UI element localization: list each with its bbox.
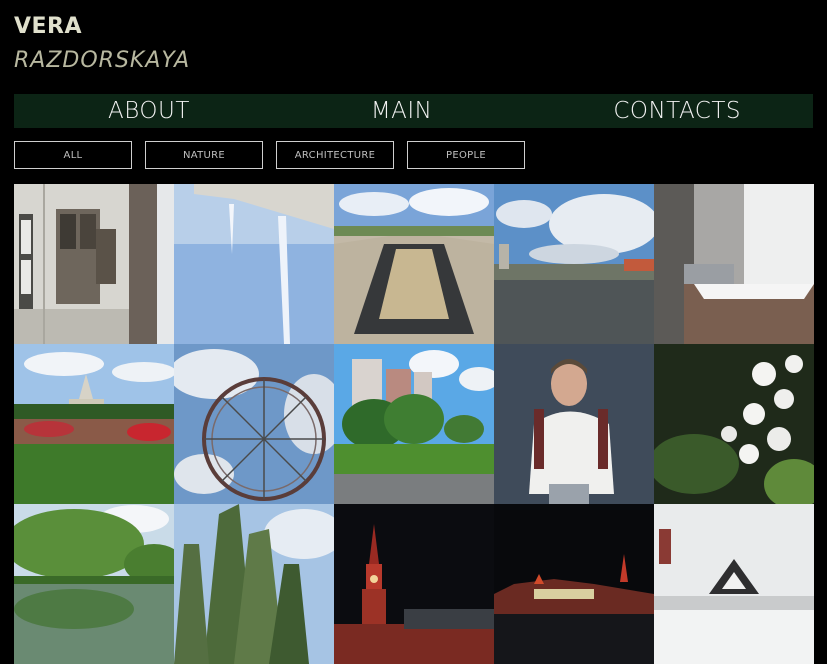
snowy-balcony-photo [654,184,814,344]
gallery-tile[interactable] [494,184,654,344]
gallery-tile[interactable] [654,344,814,504]
nav-main[interactable]: MAIN [371,98,433,124]
gallery-tile[interactable] [334,504,494,664]
gallery-tile[interactable] [494,504,654,664]
stadium-photo [334,184,494,344]
photo-gallery [14,184,814,664]
gallery-tile[interactable] [174,184,334,344]
gallery-tile[interactable] [334,344,494,504]
river-city-photo [494,184,654,344]
kremlin-tower-night-photo [334,504,494,664]
filter-bar: ALL NATURE ARCHITECTURE PEOPLE [14,141,525,169]
gallery-tile[interactable] [654,504,814,664]
gallery-tile[interactable] [14,344,174,504]
poplar-trees-photo [174,504,334,664]
ferris-wheel-photo [174,344,334,504]
red-square-night-photo [494,504,654,664]
nav-about[interactable]: ABOUT [108,98,190,124]
filter-people-button[interactable]: PEOPLE [407,141,525,169]
contrails-sky-photo [174,184,334,344]
filter-nature-button[interactable]: NATURE [145,141,263,169]
nav-contacts[interactable]: CONTACTS [613,98,741,124]
gallery-tile[interactable] [654,184,814,344]
gallery-tile[interactable] [14,504,174,664]
filter-architecture-button[interactable]: ARCHITECTURE [276,141,394,169]
river-trees-photo [14,504,174,664]
man-portrait-photo [494,344,654,504]
building-facade-photo [14,184,174,344]
gallery-tile[interactable] [174,504,334,664]
park-apartments-photo [334,344,494,504]
snowy-roof-photo [654,504,814,664]
main-nav: ABOUT MAIN CONTACTS [14,94,813,128]
exhibition-park-photo [14,344,174,504]
name-first: VERA [14,14,83,39]
gallery-tile[interactable] [14,184,174,344]
filter-all-button[interactable]: ALL [14,141,132,169]
gallery-tile[interactable] [334,184,494,344]
gallery-tile[interactable] [174,344,334,504]
name-last: RAZDORSKAYA [14,48,191,73]
blossom-photo [654,344,814,504]
gallery-tile[interactable] [494,344,654,504]
